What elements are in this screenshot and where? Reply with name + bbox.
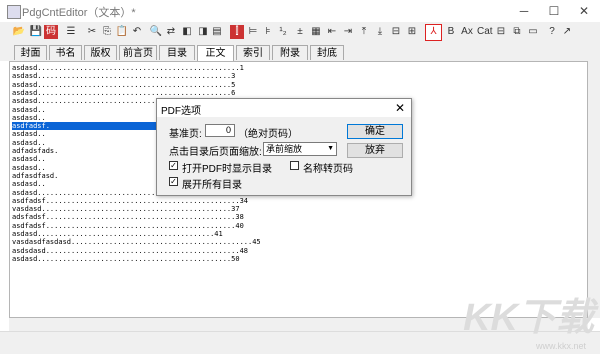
minimize-button[interactable]: ─ <box>509 0 539 22</box>
tree-icon[interactable]: ⊧ <box>261 25 275 39</box>
collapse-icon[interactable]: ⊟ <box>389 25 403 39</box>
page-next-icon[interactable]: ◨ <box>196 25 210 39</box>
page-type-tabs: 封面页书名页版权页前言页目录页正文页+索引页附录页封底页 <box>0 44 600 74</box>
name-to-page-checkbox[interactable] <box>290 161 299 170</box>
toc-line[interactable]: asdfadsf................................… <box>12 197 248 205</box>
show-toc-label: 打开PDF时显示目录 <box>182 164 272 175</box>
dialog-title-bar: PDF选项 ✕ <box>157 99 411 117</box>
toc-line[interactable]: asdfadsf................................… <box>12 222 244 230</box>
watermark-logo: KK下载 <box>463 297 594 339</box>
toc-line[interactable]: adsfadsf................................… <box>12 213 244 221</box>
app-icon <box>7 5 21 19</box>
pdf-icon[interactable]: ⅄ <box>425 24 442 41</box>
layout-icon[interactable]: ▭ <box>526 25 540 39</box>
toc-line[interactable]: asdasd..................................… <box>12 255 240 263</box>
expand-all-checkbox[interactable]: ✓ <box>169 177 178 186</box>
tab-1[interactable]: 书名页 <box>49 45 82 74</box>
toc-line[interactable]: asdasd.. <box>12 114 46 122</box>
number-icon[interactable]: ¹₂ <box>276 25 290 39</box>
undo-icon[interactable]: ↶ <box>130 25 144 39</box>
tile-icon[interactable]: ⧉ <box>510 25 524 39</box>
cut-icon[interactable]: ✂ <box>85 25 99 39</box>
cat-icon[interactable]: Cat <box>477 25 493 39</box>
indent-left-icon[interactable]: ⇤ <box>325 25 339 39</box>
expand-icon[interactable]: ⊞ <box>405 25 419 39</box>
tab-5[interactable]: 正文页+ <box>197 45 234 74</box>
toc-line[interactable]: asdasd.. <box>12 155 46 163</box>
toc-line[interactable]: asdasd.. <box>12 180 46 188</box>
toc-line[interactable]: asdsdasd................................… <box>12 247 248 255</box>
window-title: PdgCntEditor（文本）* <box>22 7 136 19</box>
replace-icon[interactable]: ⇄ <box>164 25 178 39</box>
save-icon[interactable]: 💾 <box>29 25 43 39</box>
ok-button[interactable]: 确定 <box>347 124 403 139</box>
toc-line[interactable]: asdasd..................................… <box>12 89 235 97</box>
toc-line[interactable]: asdasd.. <box>12 106 46 114</box>
base-page-input[interactable]: 0 <box>205 124 235 137</box>
list-icon[interactable]: ☰ <box>64 25 78 39</box>
copy-icon[interactable]: ⎘ <box>100 25 114 39</box>
tab-4[interactable]: 目录页 <box>159 45 195 74</box>
window-icon[interactable]: ⊟ <box>494 25 508 39</box>
zoom-label: 点击目录后页面缩放: <box>169 147 262 158</box>
context-help-icon[interactable]: ↗ <box>560 25 574 39</box>
base-page-label: 基准页: <box>169 129 202 140</box>
tab-3[interactable]: 前言页 <box>119 45 157 60</box>
paste-icon[interactable]: 📋 <box>115 25 129 39</box>
base-page-note: （绝对页码） <box>238 129 298 140</box>
move-down-icon[interactable]: ⤓ <box>373 25 387 39</box>
page-prev-icon[interactable]: ◧ <box>180 25 194 39</box>
toolbar: 📂 💾 码 ☰ ✂ ⎘ 📋 ↶ 🔍 ⇄ ◧ ◨ ▤ ⫿ ⊨ ⊧ ¹₂ ± ▦ ⇤ ⇥ ⤒ ⤓ ⊟ ⊞ ⅄ B Ax Cat ⊟ ⧉ ▭? ↗ <box>0 22 600 45</box>
find-icon[interactable]: 🔍 <box>149 25 163 39</box>
vertical-scrollbar[interactable] <box>588 61 600 318</box>
show-toc-checkbox[interactable]: ✓ <box>169 161 178 170</box>
toc-line[interactable]: vasdasdfasdasd..........................… <box>12 238 261 246</box>
indent-right-icon[interactable]: ⇥ <box>341 25 355 39</box>
zoom-select[interactable]: 承前缩放 ▼ <box>263 142 337 156</box>
zoom-select-value: 承前缩放 <box>266 144 303 154</box>
tab-2[interactable]: 版权页 <box>84 45 117 74</box>
toc-line[interactable]: asdasd.. <box>12 164 46 172</box>
tab-0[interactable]: 封面页 <box>14 45 47 74</box>
toc-line[interactable]: asdasd.. <box>12 130 46 138</box>
dialog-close-icon[interactable]: ✕ <box>395 101 405 115</box>
close-button[interactable]: ✕ <box>569 0 599 22</box>
toc-line[interactable]: asdasd..................................… <box>12 81 235 89</box>
text-icon[interactable]: Ax <box>460 25 474 39</box>
tab-7[interactable]: 附录页 <box>272 45 308 74</box>
plus-minus-icon[interactable]: ± <box>293 25 307 39</box>
dialog-title: PDF选项 <box>161 106 201 117</box>
doc-icon[interactable]: ▦ <box>309 25 323 39</box>
page-icon[interactable]: ▤ <box>210 25 224 39</box>
toc-line[interactable]: asdasd.. <box>12 139 46 147</box>
toc-line[interactable]: asdasd..................................… <box>12 230 223 238</box>
font-icon[interactable]: B <box>444 25 458 39</box>
chevron-down-icon: ▼ <box>327 145 334 152</box>
toc-line[interactable]: asdasd..................................… <box>12 64 244 72</box>
pdf-options-dialog: PDF选项 ✕ 基准页: 0 （绝对页码） 点击目录后页面缩放: 承前缩放 ▼ … <box>156 98 412 196</box>
align-left-icon[interactable]: ⫿ <box>230 25 244 39</box>
tab-8[interactable]: 封底页 <box>310 45 344 74</box>
watermark-url: www.kkx.net <box>535 341 586 351</box>
maximize-button[interactable]: ☐ <box>539 0 569 22</box>
toc-line[interactable]: adfasdfasd. <box>12 172 58 180</box>
name-to-page-label: 名称转页码 <box>303 164 353 175</box>
toc-line[interactable]: vasdasd.................................… <box>12 205 240 213</box>
open-icon[interactable]: 📂 <box>12 25 26 39</box>
expand-all-label: 展开所有目录 <box>182 180 242 191</box>
title-bar: PdgCntEditor（文本）* ─ ☐ ✕ <box>0 0 600 22</box>
tab-6[interactable]: 索引页 <box>236 45 270 74</box>
toc-line[interactable]: asdasd..................................… <box>12 72 235 80</box>
move-up-icon[interactable]: ⤒ <box>357 25 371 39</box>
help-icon[interactable]: ? <box>545 25 559 39</box>
toc-line[interactable]: adfadsfads. <box>12 147 58 155</box>
indent-icon[interactable]: ⊨ <box>246 25 260 39</box>
selected-toc-line[interactable]: asdfadsf. <box>12 122 162 131</box>
cancel-button[interactable]: 放弃 <box>347 143 403 158</box>
encode-icon[interactable]: 码 <box>44 25 58 39</box>
